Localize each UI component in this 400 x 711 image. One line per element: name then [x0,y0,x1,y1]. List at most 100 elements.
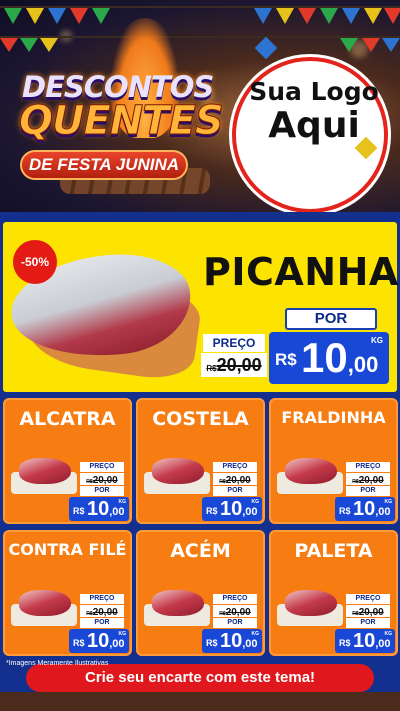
bunting-flag-icon [254,8,272,24]
old-price-value: 20,00 [358,607,384,618]
old-price-currency: R$ [206,364,217,373]
preco-label: PREÇO [203,334,265,352]
bunting-flag-icon [340,38,358,52]
product-card: CONTRA FILÉ PREÇO R$20,00 POR R$ 10,00 KG [3,530,132,656]
price-unit: KG [371,336,383,345]
product-name: COSTELA [152,408,249,430]
meat-cut [19,458,71,484]
old-price: R$20,00 [346,605,390,618]
old-price: R$20,00 [80,473,124,486]
meat-cut [19,590,71,616]
bunting-flag-icon [298,8,316,24]
discount-badge: -50% [13,240,57,284]
por-label: POR [346,618,390,628]
bunting-flag-icon [20,38,38,52]
bunting-flag-icon [40,38,58,52]
por-label: POR [213,618,257,628]
bunting-flag-icon [320,8,338,24]
new-price-currency: R$ [206,638,218,648]
product-card: ALCATRA PREÇO R$20,00 POR R$ 10,00 KG [3,398,132,524]
new-price-currency: R$ [73,506,85,516]
new-price-currency: R$ [275,350,297,369]
featured-product: -50% PICANHA POR PREÇO R$20,00 R$ 10,00 … [3,222,398,392]
product-name: ACÉM [170,540,231,562]
bunting-flag-icon [276,8,294,24]
old-price-value: 20,00 [225,607,251,618]
new-price-value: 10,00 [301,336,378,387]
product-card: PALETA PREÇO R$20,00 POR R$ 10,00 KG [269,530,398,656]
preco-label: PREÇO [80,594,124,604]
new-price: R$ 10,00 KG [69,629,129,653]
bunting-flag-icon [4,8,22,24]
product-image [144,590,210,626]
new-price: R$ 10,00 KG [202,629,262,653]
por-label: POR [80,618,124,628]
disclaimer: *Imagens Meramente Ilustrativas [6,660,109,667]
product-card: FRALDINHA PREÇO R$ 20,00 POR R$ 10,00 KG [269,398,398,524]
header: DESCONTOS QUENTES DE FESTA JUNINA Sua Lo… [0,0,400,212]
bunting-flag-icon [384,8,400,24]
old-price: R$20,00 [80,605,124,618]
new-price-cents: ,00 [375,506,391,518]
meat-cut [152,590,204,616]
por-label: POR [346,486,390,496]
meat-cut [285,590,337,616]
new-price-int: 10 [301,334,348,381]
new-price-cents: ,00 [242,638,258,650]
old-price-value: 20,00 [358,475,384,486]
preco-label: PREÇO [346,594,390,604]
old-price: R$20,00 [201,353,267,377]
new-price: R$ 10,00 KG [335,497,395,521]
bunting-flag-icon [382,38,400,52]
new-price-currency: R$ [206,506,218,516]
price-unit: KG [251,631,260,637]
old-price-value: 20,00 [92,607,118,618]
preco-label: PREÇO [80,462,124,472]
product-image [144,458,210,494]
price-unit: KG [384,499,393,505]
bunting-flag-icon [48,8,66,24]
new-price-int: 10 [353,498,376,520]
new-price-currency: R$ [73,638,85,648]
new-price-int: 10 [353,630,376,652]
bunting-flag-icon [70,8,88,24]
new-price-int: 10 [87,498,110,520]
product-card: COSTELA PREÇO R$20,00 POR R$ 10,00 KG [136,398,265,524]
new-price-cents: ,00 [109,506,125,518]
price-unit: KG [251,499,260,505]
por-label: POR [80,486,124,496]
old-price-value: 20,00 [216,355,262,375]
new-price: R$ 10,00 KG [69,497,129,521]
price-unit: KG [384,631,393,637]
new-price: R$ 10,00 KG [335,629,395,653]
meat-cut [152,458,204,484]
price-unit: KG [118,631,127,637]
preco-label: PREÇO [213,594,257,604]
new-price: R$ 10,00 KG [202,497,262,521]
price-unit: KG [118,499,127,505]
cta-banner: Crie seu encarte com este tema! [26,664,374,692]
new-price-int: 10 [220,630,243,652]
product-image [11,590,77,626]
old-price-value: 20,00 [225,475,251,486]
new-price-currency: R$ [339,506,351,516]
product-name: PALETA [294,540,373,562]
preco-label: PREÇO [346,462,390,472]
product-image [11,458,77,494]
bunting-flag-icon [364,8,382,24]
product-name: FRALDINHA [281,408,386,427]
headline-banner: DE FESTA JUNINA [20,150,188,180]
product-card: ACÉM PREÇO R$20,00 POR R$ 10,00 KG [136,530,265,656]
preco-label: PREÇO [213,462,257,472]
new-price-cents: ,00 [375,638,391,650]
old-price: R$20,00 [213,473,257,486]
new-price-int: 10 [87,630,110,652]
new-price-cents: ,00 [242,506,258,518]
por-label: POR [285,308,377,330]
bunting-flag-icon [362,38,380,52]
logo-placeholder: Sua Logo Aqui [232,57,388,212]
bunting-flag-icon [26,8,44,24]
old-price: R$20,00 [213,605,257,618]
new-price-cents: ,00 [347,352,379,377]
headline-line2: QUENTES [19,98,225,145]
